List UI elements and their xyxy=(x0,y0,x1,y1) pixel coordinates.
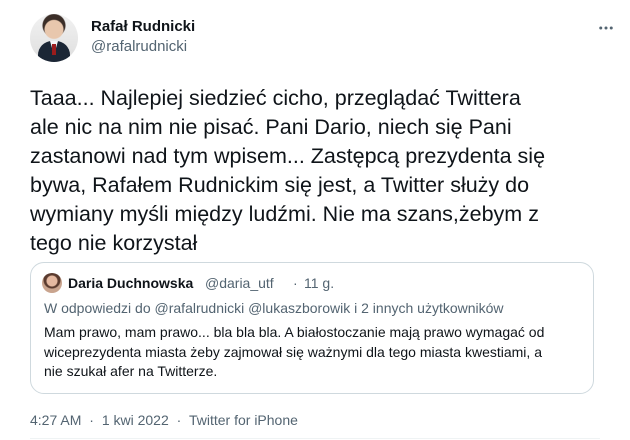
author-avatar[interactable] xyxy=(30,14,78,62)
quoted-author-display-name: Daria Duchnowska xyxy=(68,275,194,291)
tweet-date[interactable]: 1 kwi 2022 xyxy=(102,412,169,428)
quoted-author-avatar[interactable] xyxy=(42,273,62,293)
meta-separator: · xyxy=(89,412,94,428)
author-handle[interactable]: @rafalrudnicki xyxy=(91,38,187,55)
quoted-author-handle: @daria_utf xyxy=(205,275,274,291)
quoted-time: 11 g. xyxy=(304,275,335,291)
reply-context: W odpowiedzi do @rafalrudnicki @lukaszbo… xyxy=(44,300,504,316)
tweet-text: Taaa... Najlepiej siedzieć cicho, przegl… xyxy=(30,86,546,255)
tweet-meta: 4:27 AM · 1 kwi 2022 · Twitter for iPhon… xyxy=(30,412,302,428)
more-horizontal-icon[interactable] xyxy=(596,18,616,38)
avatar-tie xyxy=(52,44,56,55)
reply-prefix: W odpowiedzi do xyxy=(44,300,151,316)
tweet-time[interactable]: 4:27 AM xyxy=(30,412,81,428)
reply-handles[interactable]: @rafalrudnicki @lukaszborowik xyxy=(155,300,351,316)
quoted-separator: · xyxy=(293,275,298,291)
divider xyxy=(30,438,600,439)
quoted-tweet[interactable]: Daria Duchnowska @daria_utf · 11 g. W od… xyxy=(30,262,594,394)
reply-others[interactable]: i 2 innych użytkowników xyxy=(354,300,503,316)
quoted-text: Mam prawo, mam prawo... bla bla bla. A b… xyxy=(44,324,545,379)
tweet-source[interactable]: Twitter for iPhone xyxy=(189,412,298,428)
tweet-header: Rafał Rudnicki @rafalrudnicki xyxy=(30,14,613,68)
author-display-name[interactable]: Rafał Rudnicki xyxy=(91,18,195,35)
tweet-card: Rafał Rudnicki @rafalrudnicki Taaa... Na… xyxy=(0,0,630,440)
meta-separator: · xyxy=(176,412,182,428)
